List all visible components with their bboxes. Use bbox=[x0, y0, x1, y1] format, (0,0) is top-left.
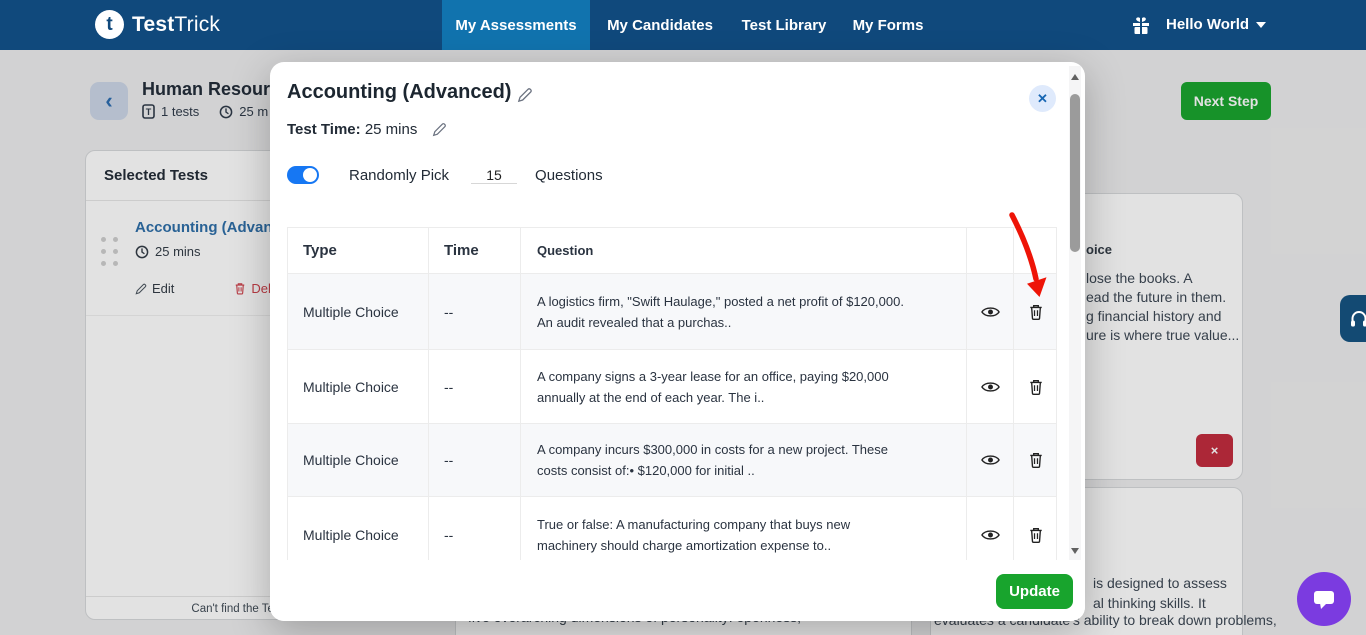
close-modal-button[interactable]: ✕ bbox=[1029, 85, 1056, 112]
edit-title-pencil-icon[interactable] bbox=[517, 87, 533, 103]
update-button[interactable]: Update bbox=[996, 574, 1073, 609]
trash-icon bbox=[1030, 379, 1042, 395]
gift-icon[interactable] bbox=[1131, 15, 1151, 35]
table-header-row: Type Time Question bbox=[288, 228, 1056, 274]
delete-question-button[interactable] bbox=[1014, 350, 1056, 423]
preview-question-button[interactable] bbox=[967, 424, 1014, 496]
scrollbar-thumb[interactable] bbox=[1070, 94, 1080, 252]
preview-question-button[interactable] bbox=[967, 497, 1014, 562]
nav-tab-test-library[interactable]: Test Library bbox=[740, 0, 828, 50]
nav-tab-my-assessments[interactable]: My Assessments bbox=[442, 0, 590, 50]
question-row: Multiple Choice -- A logistics firm, "Sw… bbox=[288, 274, 1056, 350]
randomly-pick-label: Randomly Pick bbox=[349, 166, 450, 184]
test-time: Test Time: 25 mins bbox=[287, 121, 418, 138]
edit-test-modal: Accounting (Advanced) Test Time: 25 mins… bbox=[270, 62, 1085, 621]
questions-label: Questions bbox=[535, 166, 603, 184]
chevron-down-icon bbox=[1256, 22, 1266, 28]
user-menu[interactable]: Hello World bbox=[1166, 16, 1249, 33]
col-header-type: Type bbox=[288, 228, 429, 273]
brand-name: TestTrick bbox=[132, 12, 221, 36]
col-header-time: Time bbox=[429, 228, 521, 273]
question-row: Multiple Choice -- True or false: A manu… bbox=[288, 497, 1056, 562]
top-nav: t TestTrick My Assessments My Candidates… bbox=[0, 0, 1366, 50]
delete-question-button[interactable] bbox=[1014, 424, 1056, 496]
preview-question-button[interactable] bbox=[967, 274, 1014, 349]
delete-question-button[interactable] bbox=[1014, 274, 1056, 349]
chat-widget-button[interactable] bbox=[1297, 572, 1351, 626]
col-header-question: Question bbox=[521, 228, 967, 273]
question-row: Multiple Choice -- A company incurs $300… bbox=[288, 424, 1056, 497]
eye-icon bbox=[980, 455, 1000, 465]
nav-tab-my-forms[interactable]: My Forms bbox=[848, 0, 928, 50]
scroll-up-arrow[interactable] bbox=[1071, 74, 1079, 80]
modal-footer: Update bbox=[270, 560, 1085, 621]
question-count-input[interactable] bbox=[471, 166, 518, 184]
questions-table: Type Time Question Multiple Choice -- A … bbox=[287, 227, 1057, 562]
brand-circle-icon: t bbox=[95, 10, 124, 39]
trash-icon bbox=[1030, 304, 1042, 320]
modal-scrollbar[interactable] bbox=[1069, 66, 1081, 560]
modal-title: Accounting (Advanced) bbox=[287, 81, 512, 103]
edit-time-pencil-icon[interactable] bbox=[432, 122, 447, 137]
headphones-icon bbox=[1351, 310, 1366, 326]
chat-bubble-icon bbox=[1314, 591, 1334, 609]
brand-logo[interactable]: t TestTrick bbox=[95, 10, 220, 39]
randomly-pick-toggle[interactable] bbox=[287, 166, 319, 184]
trash-icon bbox=[1030, 453, 1042, 469]
support-widget-tab[interactable] bbox=[1340, 295, 1366, 342]
app-window: t TestTrick My Assessments My Candidates… bbox=[0, 0, 1366, 635]
delete-question-button[interactable] bbox=[1014, 497, 1056, 562]
scroll-down-arrow[interactable] bbox=[1071, 548, 1079, 554]
trash-icon bbox=[1030, 527, 1042, 543]
preview-question-button[interactable] bbox=[967, 350, 1014, 423]
nav-tab-my-candidates[interactable]: My Candidates bbox=[604, 0, 716, 50]
eye-icon bbox=[980, 381, 1000, 392]
question-row: Multiple Choice -- A company signs a 3-y… bbox=[288, 350, 1056, 424]
eye-icon bbox=[980, 529, 1000, 540]
eye-icon bbox=[980, 306, 1000, 317]
